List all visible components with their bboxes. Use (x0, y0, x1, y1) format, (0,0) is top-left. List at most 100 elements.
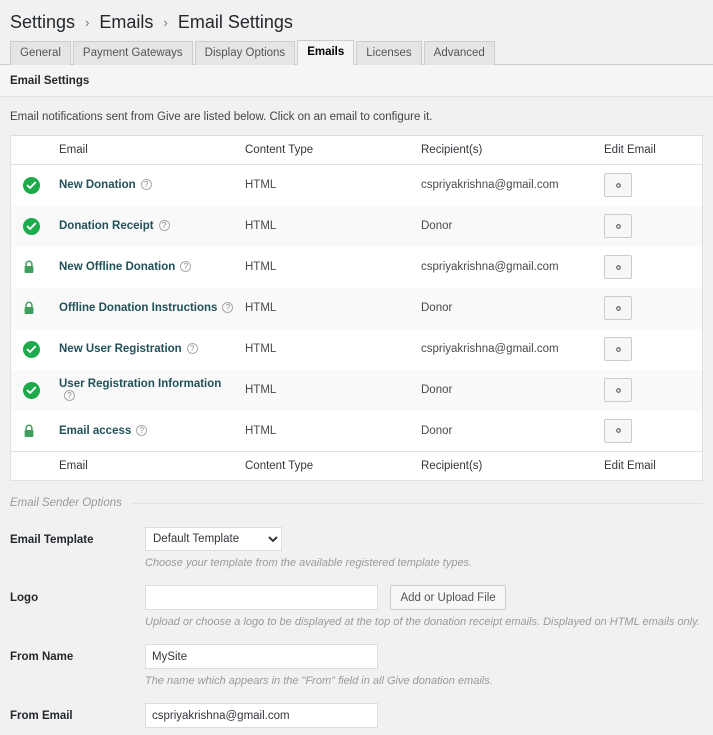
row-recipient-cell: Donor (421, 384, 453, 396)
help-circle-icon[interactable]: ? (136, 424, 148, 436)
gear-icon-button[interactable] (604, 337, 632, 361)
table-row: User Registration Information? HTML Dono… (11, 369, 702, 411)
row-content-type-cell: HTML (245, 179, 277, 192)
row-status-cell (11, 370, 55, 411)
footer-column-content-type[interactable]: Content Type (241, 451, 417, 480)
column-header-edit-email[interactable]: Edit Email (600, 136, 702, 165)
email-link-new-user-registration[interactable]: New User Registration (59, 343, 182, 355)
column-header-email[interactable]: Email (55, 136, 241, 165)
tab-licenses[interactable]: Licenses (356, 40, 422, 65)
row-recipient-cell: cspriyakrishna@gmail.com (421, 343, 559, 355)
email-link-offline-donation-instructions[interactable]: Offline Donation Instructions (59, 302, 217, 314)
breadcrumb-item-emails[interactable]: Emails (99, 12, 153, 32)
footer-column-recipients[interactable]: Recipient(s) (417, 451, 600, 480)
gear-icon-button[interactable] (604, 296, 632, 320)
gear-icon-button[interactable] (604, 214, 632, 238)
email-template-label: Email Template (10, 534, 94, 546)
from-name-input[interactable] (145, 644, 378, 669)
row-content-type-cell: HTML (245, 261, 277, 273)
horizontal-divider (131, 502, 703, 504)
breadcrumb-separator-icon: › (85, 15, 90, 30)
row-recipient-cell: cspriyakrishna@gmail.com (421, 261, 559, 273)
email-link-email-access[interactable]: Email access (59, 425, 131, 437)
gear-icon-button[interactable] (604, 255, 632, 279)
email-sender-options-heading: Email Sender Options (10, 497, 703, 509)
sender-options-form: Email Template Default Template Choose y… (0, 527, 713, 735)
tab-payment-gateways[interactable]: Payment Gateways (72, 40, 193, 65)
check-circle-icon (23, 217, 40, 235)
row-content-type-cell: HTML (245, 302, 277, 314)
section-heading: Email Settings (0, 65, 713, 97)
email-notifications-table: Email Content Type Recipient(s) Edit Ema… (11, 136, 702, 480)
gear-icon (615, 346, 621, 352)
from-email-input[interactable] (145, 703, 378, 728)
table-row: Donation Receipt? HTML Donor (11, 205, 702, 247)
row-edit-cell (600, 206, 702, 247)
gear-icon (615, 428, 621, 434)
row-email-cell: Offline Donation Instructions? (55, 288, 241, 329)
row-recipient-cell: Donor (421, 424, 453, 437)
check-circle-icon (23, 381, 40, 399)
help-circle-icon[interactable]: ? (186, 343, 198, 354)
column-header-recipients[interactable]: Recipient(s) (417, 136, 600, 165)
form-row-logo: Logo Add or Upload File Upload or choose… (0, 585, 713, 628)
email-link-new-offline-donation[interactable]: New Offline Donation (59, 261, 175, 273)
gear-icon-button[interactable] (604, 418, 632, 443)
tab-advanced[interactable]: Advanced (423, 40, 495, 65)
email-notifications-table-wrapper: Email Content Type Recipient(s) Edit Ema… (10, 135, 703, 481)
row-status-cell (11, 206, 55, 247)
gear-icon-button[interactable] (604, 378, 632, 402)
lock-icon (23, 424, 35, 438)
form-row-from-name: From Name The name which appears in the … (0, 644, 713, 687)
from-name-description: The name which appears in the "From" fie… (145, 675, 493, 687)
table-body: New Donation? HTML cspriyakrishna@gmail.… (11, 164, 702, 452)
footer-column-edit-email[interactable]: Edit Email (600, 451, 702, 480)
tab-general[interactable]: General (10, 40, 71, 65)
row-recipient-cell: cspriyakrishna@gmail.com (421, 179, 559, 192)
row-edit-cell (600, 288, 702, 329)
row-edit-cell (600, 411, 702, 452)
footer-status-cell (11, 451, 55, 480)
footer-column-email[interactable]: Email (55, 451, 241, 480)
row-content-type-cell: HTML (245, 384, 277, 396)
help-circle-icon[interactable]: ? (64, 390, 75, 401)
row-email-cell: New Offline Donation? (55, 247, 241, 288)
email-link-user-registration-information[interactable]: User Registration Information (59, 378, 221, 390)
breadcrumb-item-settings[interactable]: Settings (10, 12, 75, 32)
email-template-description: Choose your template from the available … (145, 557, 473, 569)
row-recipient-cell: Donor (421, 220, 453, 232)
email-sender-options-label: Email Sender Options (10, 497, 122, 509)
help-circle-icon[interactable]: ? (140, 179, 152, 191)
row-content-type-cell: HTML (245, 220, 277, 232)
logo-input[interactable] (145, 585, 378, 610)
from-name-label: From Name (10, 651, 74, 663)
tab-emails[interactable]: Emails (297, 39, 355, 65)
gear-icon-button[interactable] (604, 173, 632, 198)
table-footer-row: Email Content Type Recipient(s) Edit Ema… (11, 451, 702, 480)
help-circle-icon[interactable]: ? (222, 302, 234, 313)
settings-tab-bar: General Payment Gateways Display Options… (0, 39, 713, 65)
form-row-from-email: From Email Email address from which all … (0, 703, 713, 735)
row-status-cell (11, 247, 55, 288)
table-header-row: Email Content Type Recipient(s) Edit Ema… (11, 136, 702, 165)
email-link-donation-receipt[interactable]: Donation Receipt (59, 220, 154, 232)
email-link-new-donation[interactable]: New Donation (59, 179, 136, 191)
gear-icon (615, 182, 621, 188)
row-status-cell (11, 165, 55, 206)
row-email-cell: New Donation? (55, 165, 241, 206)
email-template-select[interactable]: Default Template (145, 527, 282, 551)
gear-icon (615, 223, 621, 229)
table-row: New Offline Donation? HTML cspriyakrishn… (11, 246, 702, 288)
row-edit-cell (600, 329, 702, 370)
gear-icon (615, 387, 621, 393)
tab-display-options[interactable]: Display Options (194, 40, 296, 65)
breadcrumb-separator-icon: › (163, 15, 168, 30)
breadcrumb-item-email-settings: Email Settings (177, 12, 293, 32)
lock-icon (23, 260, 35, 274)
check-circle-icon (23, 340, 40, 358)
gear-icon (615, 305, 621, 311)
help-circle-icon[interactable]: ? (158, 220, 170, 231)
help-circle-icon[interactable]: ? (180, 261, 192, 272)
add-or-upload-file-button[interactable]: Add or Upload File (390, 585, 506, 610)
column-header-content-type[interactable]: Content Type (241, 136, 417, 165)
